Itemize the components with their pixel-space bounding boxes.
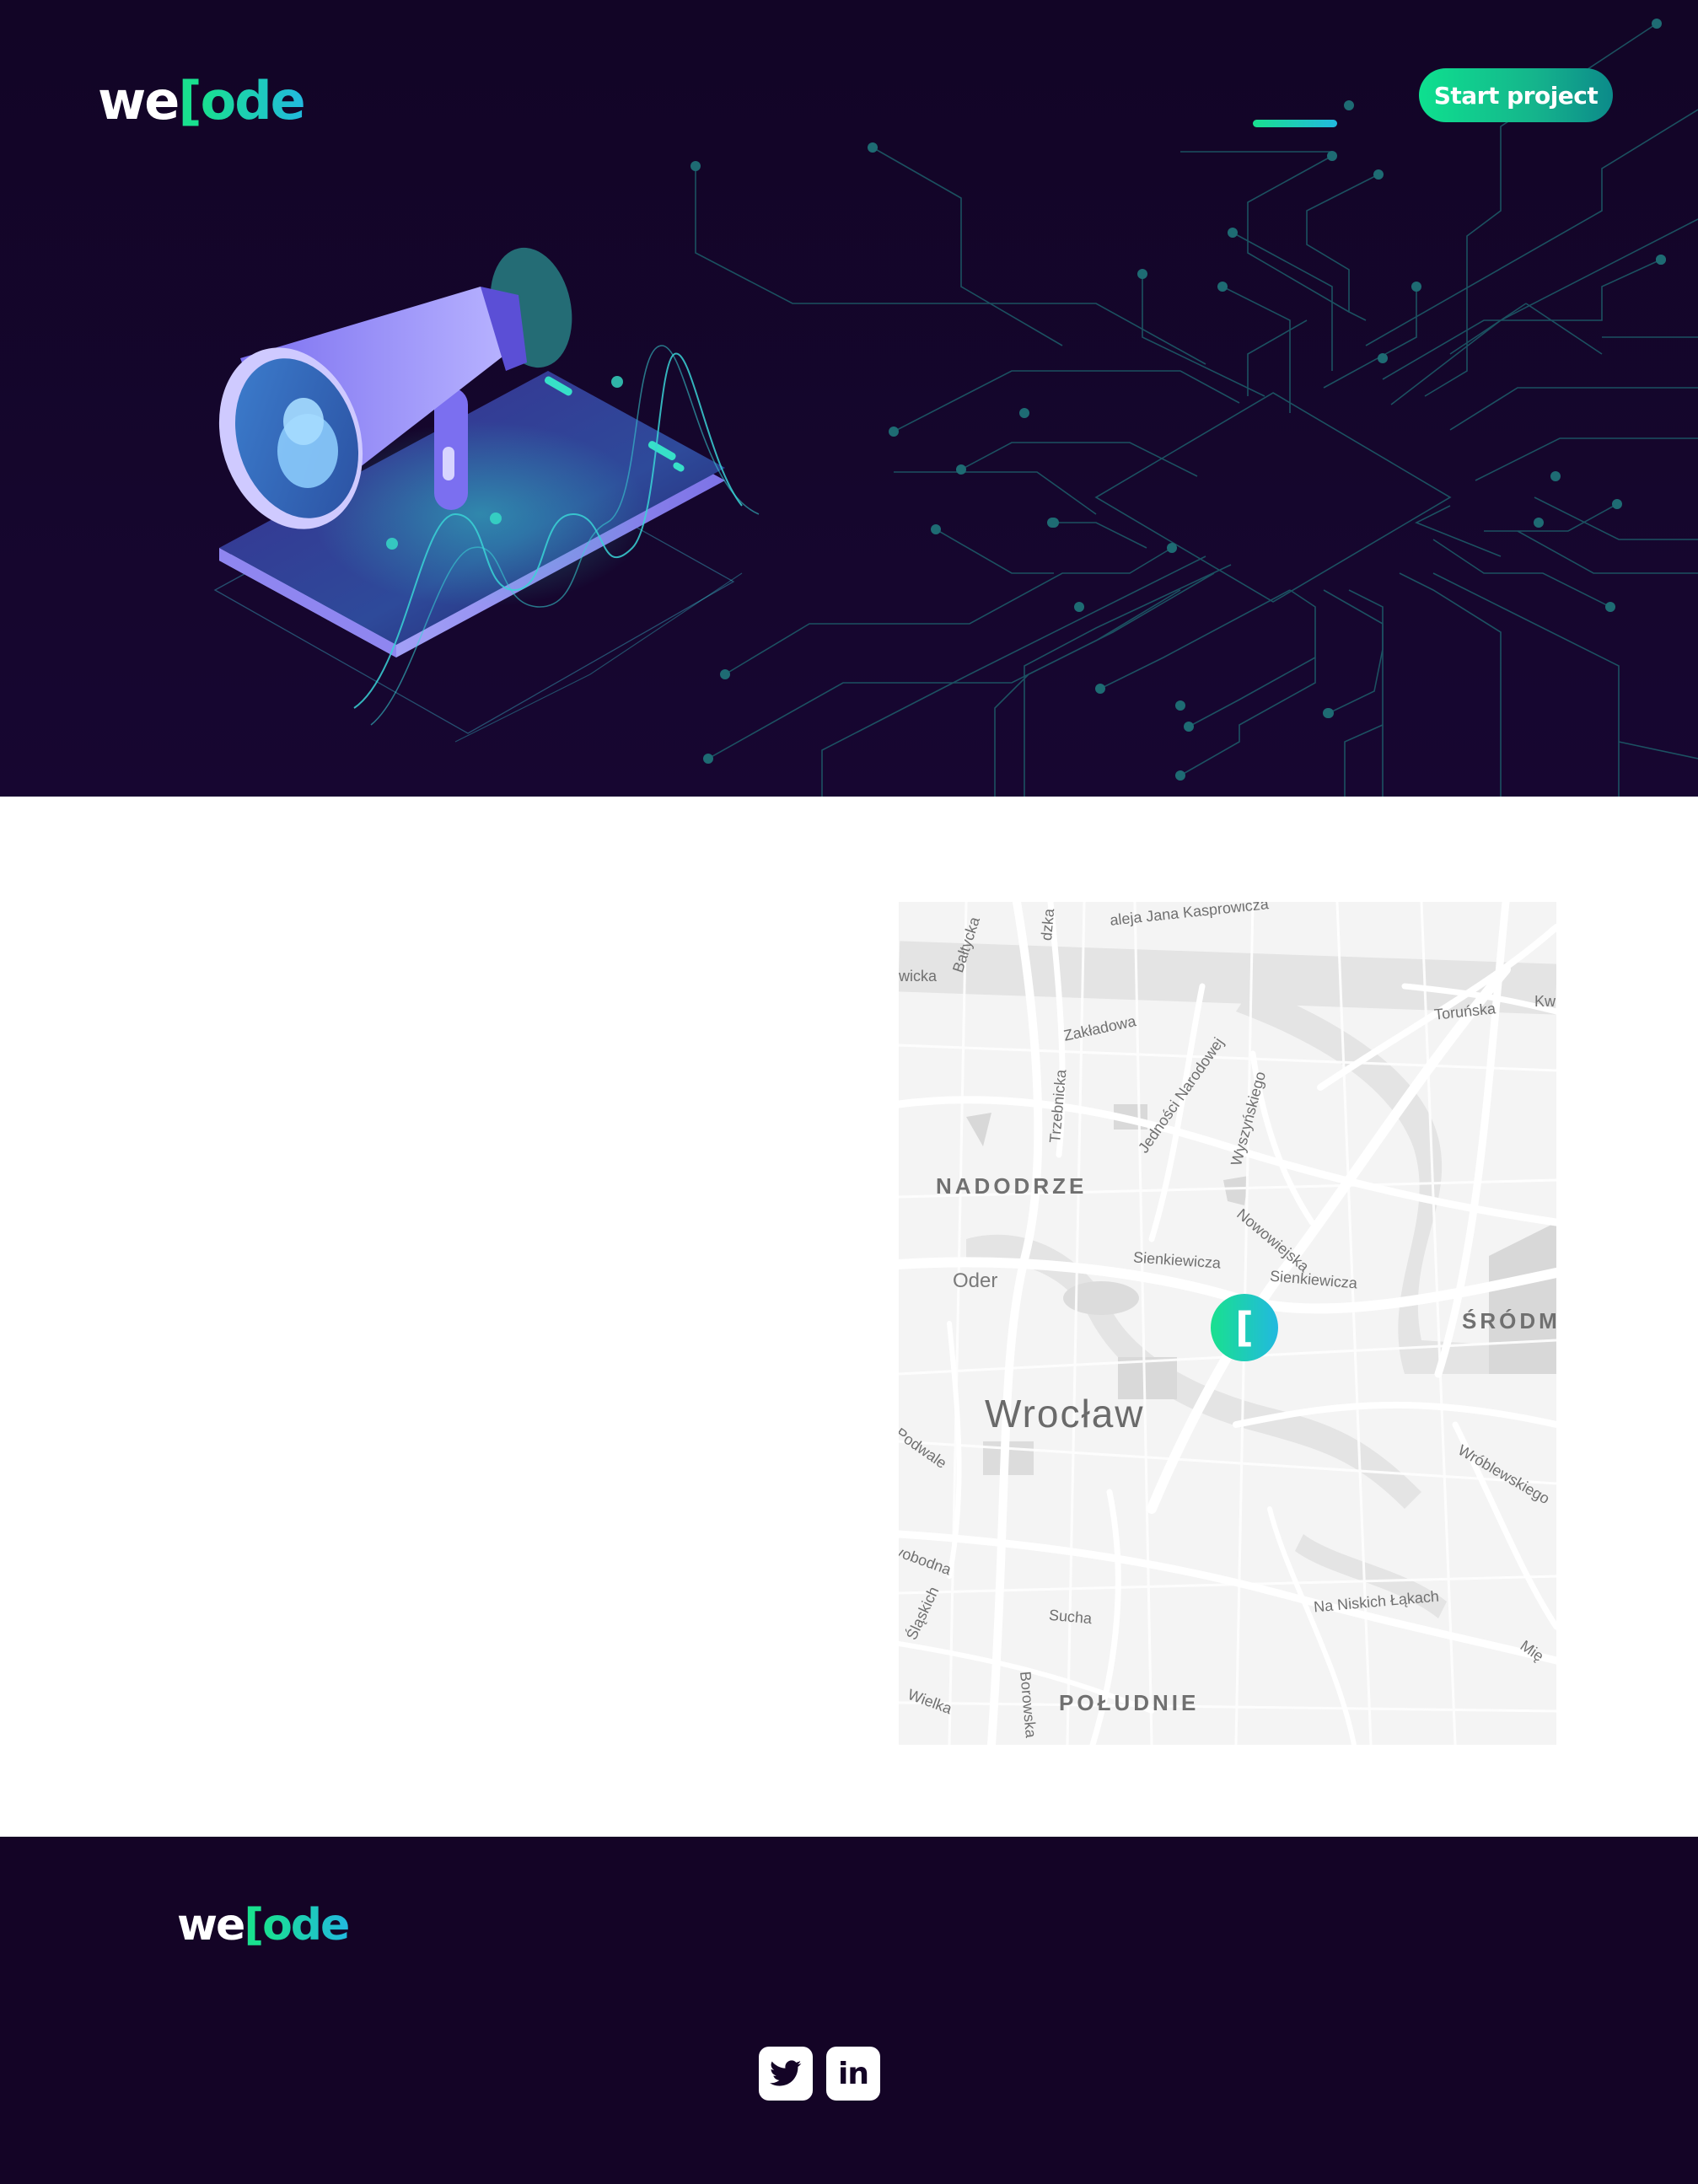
logo-we: we (177, 1900, 245, 1951)
map-street-label: Sucha (1048, 1606, 1093, 1628)
footer-logo[interactable]: we[ode (177, 1896, 350, 1955)
map-district-label: NADODRZE (936, 1173, 1088, 1199)
logo-ode: ode (200, 70, 306, 131)
linkedin-icon: in (838, 2056, 869, 2091)
map-city-label: Wrocław (985, 1392, 1145, 1435)
map-street-label: Kw (1534, 993, 1556, 1010)
map-district-label: ŚRÓDMIE (1462, 1308, 1556, 1333)
twitter-icon (770, 2060, 802, 2086)
logo-bracket: [ (178, 70, 202, 131)
map-district-label: POŁUDNIE (1059, 1690, 1200, 1715)
menu-bar-icon[interactable] (1253, 120, 1337, 127)
location-pin[interactable]: [ (1211, 1294, 1278, 1361)
map-river-label: Oder (953, 1269, 998, 1292)
logo-bracket: [ (244, 1900, 264, 1951)
pin-bracket-glyph: [ (1235, 1304, 1254, 1351)
map-street-label: dzka (1038, 908, 1058, 942)
brand-logo[interactable]: we[ode (98, 67, 306, 135)
linkedin-link[interactable]: in (826, 2047, 880, 2101)
hero-section: we[ode Start project (0, 0, 1698, 797)
megaphone-on-smartphone-illustration (213, 247, 760, 743)
logo-we: we (98, 70, 180, 131)
start-project-button[interactable]: Start project (1419, 68, 1613, 122)
footer: we[ode in (0, 1837, 1698, 2184)
logo-ode: ode (262, 1900, 350, 1951)
map-street-label: wicka (899, 968, 938, 985)
twitter-link[interactable] (759, 2047, 813, 2101)
